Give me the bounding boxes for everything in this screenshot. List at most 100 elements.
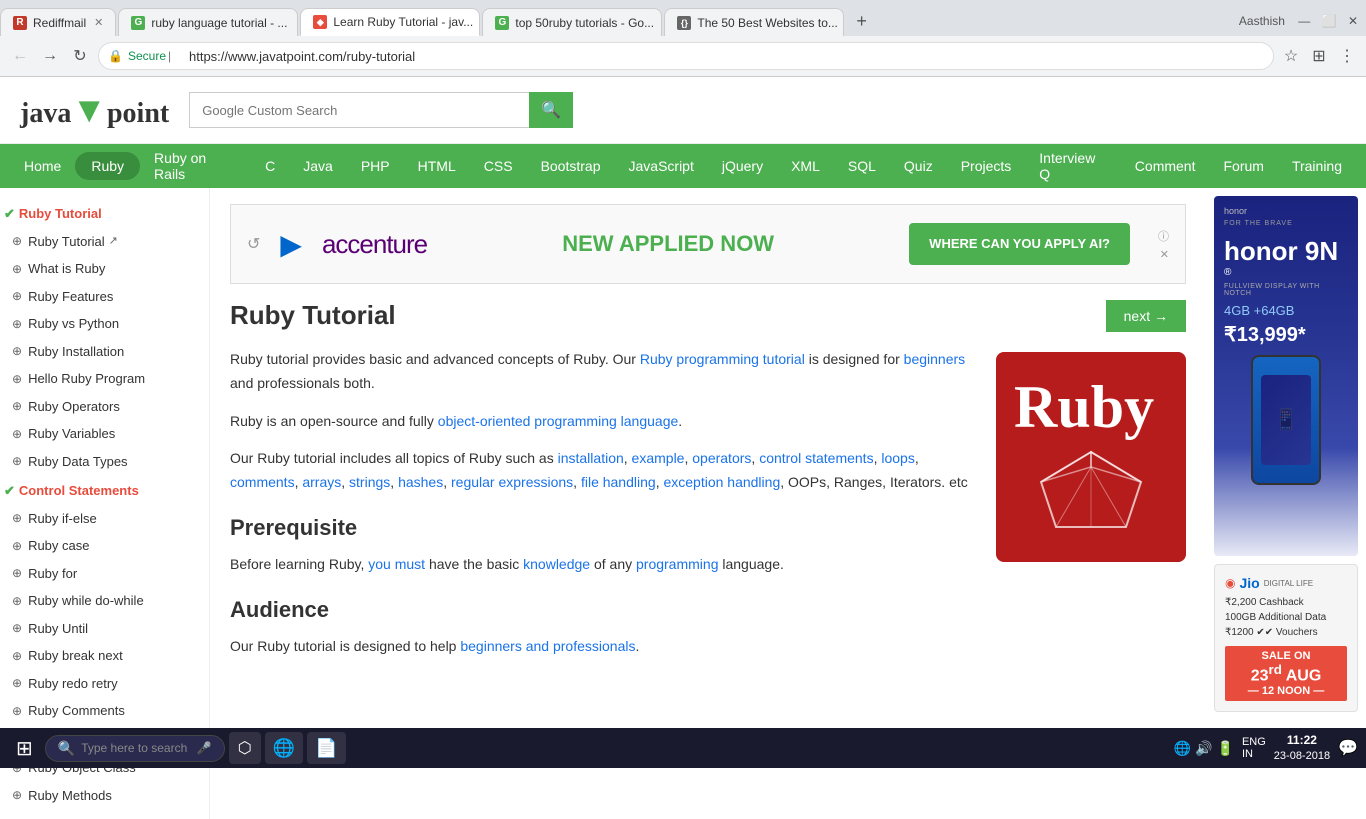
nav-training[interactable]: Training [1278, 148, 1356, 184]
back-button[interactable]: ← [8, 44, 32, 68]
minimize-btn[interactable]: — [1298, 14, 1310, 28]
link-arrays[interactable]: arrays [302, 474, 341, 490]
cortana-icon: ⬡ [238, 738, 252, 758]
sidebar-item-ruby-operators[interactable]: ⊕ Ruby Operators [0, 393, 209, 421]
honor-brand-label: honor [1224, 206, 1247, 216]
nav-interview-q[interactable]: Interview Q [1025, 140, 1121, 192]
nav-home[interactable]: Home [10, 148, 75, 184]
nav-ruby-on-rails[interactable]: Ruby on Rails [140, 140, 251, 192]
sidebar-item-ruby-while[interactable]: ⊕ Ruby while do-while [0, 587, 209, 615]
sidebar-item-ruby-methods[interactable]: ⊕ Ruby Methods [0, 782, 209, 810]
link-beginners[interactable]: beginners [904, 351, 966, 367]
link-example[interactable]: example [632, 450, 685, 466]
nav-javascript[interactable]: JavaScript [615, 148, 708, 184]
browser-actions: ☆ ⊞ ⋮ [1280, 45, 1358, 67]
link-regex[interactable]: regular expressions [451, 474, 573, 490]
link-knowledge[interactable]: knowledge [523, 556, 590, 572]
sidebar-item-ruby-installation[interactable]: ⊕ Ruby Installation [0, 338, 209, 366]
tab-close-2[interactable]: ✕ [295, 16, 298, 29]
start-button[interactable]: ⊞ [8, 736, 41, 761]
nav-jquery[interactable]: jQuery [708, 148, 777, 184]
sidebar-item-ruby-data-types[interactable]: ⊕ Ruby Data Types [0, 448, 209, 476]
nav-comment[interactable]: Comment [1121, 148, 1210, 184]
sidebar-item-ruby-if-else[interactable]: ⊕ Ruby if-else [0, 505, 209, 533]
sidebar-item-what-is-ruby[interactable]: ⊕ What is Ruby [0, 255, 209, 283]
extensions-button[interactable]: ⊞ [1308, 45, 1330, 67]
phone-icon: 📱 [1274, 407, 1299, 432]
taskbar-item-chrome[interactable]: 🌐 [265, 732, 303, 764]
search-button[interactable]: 🔍 [529, 92, 573, 128]
taskbar-mic-icon[interactable]: 🎤 [197, 741, 212, 755]
link-strings[interactable]: strings [349, 474, 390, 490]
sidebar-item-ruby-tutorial-link[interactable]: ⊕ Ruby Tutorial ↗ [0, 228, 209, 256]
ad-info-icon[interactable]: ⓘ [1158, 228, 1169, 244]
sidebar-item-ruby-break-next[interactable]: ⊕ Ruby break next [0, 642, 209, 670]
link-must[interactable]: you must [368, 556, 425, 572]
sidebar-item-ruby-for[interactable]: ⊕ Ruby for [0, 560, 209, 588]
right-ad: honor FOR THE BRAVE honor 9N ® FULLVIEW … [1206, 188, 1366, 819]
link-operators[interactable]: operators [692, 450, 751, 466]
nav-forum[interactable]: Forum [1209, 148, 1277, 184]
search-input[interactable] [189, 92, 529, 128]
link-programming[interactable]: programming [636, 556, 718, 572]
tab-javatpoint[interactable]: ◆ Learn Ruby Tutorial - jav... ✕ [300, 8, 480, 36]
plus-icon: ⊕ [12, 592, 22, 610]
link-object-oriented[interactable]: object-oriented programming language [438, 413, 678, 429]
bookmark-button[interactable]: ☆ [1280, 45, 1302, 67]
reload-button[interactable]: ↻ [68, 44, 92, 68]
taskbar-notification-icon[interactable]: 💬 [1338, 738, 1358, 758]
jio-ad: ◉ Jio DIGITAL LIFE ₹2,200 Cashback 100GB… [1214, 564, 1358, 712]
link-ruby-programming[interactable]: Ruby programming tutorial [640, 351, 805, 367]
nav-bootstrap[interactable]: Bootstrap [527, 148, 615, 184]
ad-logo: accenture [322, 229, 427, 260]
maximize-btn[interactable]: ⬜ [1322, 14, 1337, 28]
sidebar-item-ruby-case[interactable]: ⊕ Ruby case [0, 532, 209, 560]
sidebar-item-ruby-features[interactable]: ⊕ Ruby Features [0, 283, 209, 311]
close-btn[interactable]: ✕ [1348, 14, 1358, 28]
nav-css[interactable]: CSS [470, 148, 527, 184]
sidebar-item-hello-ruby[interactable]: ⊕ Hello Ruby Program [0, 365, 209, 393]
nav-projects[interactable]: Projects [947, 148, 1026, 184]
nav-c[interactable]: C [251, 148, 289, 184]
menu-button[interactable]: ⋮ [1336, 45, 1358, 67]
plus-icon: ⊕ [12, 370, 22, 388]
new-tab-button[interactable]: + [846, 11, 877, 32]
tab-rediffmail[interactable]: R Rediffmail ✕ [0, 8, 116, 36]
sidebar-item-ruby-until[interactable]: ⊕ Ruby Until [0, 615, 209, 643]
tab-best50[interactable]: {} The 50 Best Websites to... ✕ [664, 8, 844, 36]
link-comments[interactable]: comments [230, 474, 295, 490]
nav-ruby[interactable]: Ruby [75, 152, 140, 180]
link-installation[interactable]: installation [558, 450, 624, 466]
prereq-text: Before learning Ruby, you must have the … [230, 553, 976, 577]
forward-button[interactable]: → [38, 44, 62, 68]
link-control[interactable]: control statements [759, 450, 873, 466]
sidebar-item-ruby-redo-retry[interactable]: ⊕ Ruby redo retry [0, 670, 209, 698]
sidebar-section-ruby-tutorial-label: Ruby Tutorial [19, 204, 102, 224]
taskbar-item-word[interactable]: 📄 [307, 732, 345, 764]
tab-ruby-lang[interactable]: G ruby language tutorial - ... ✕ [118, 8, 298, 36]
taskbar-item-cortana[interactable]: ⬡ [229, 732, 261, 764]
nav-xml[interactable]: XML [777, 148, 834, 184]
url-input[interactable] [98, 42, 1274, 70]
link-hashes[interactable]: hashes [398, 474, 443, 490]
sidebar-item-ruby-comments[interactable]: ⊕ Ruby Comments [0, 697, 209, 725]
nav-java[interactable]: Java [289, 148, 347, 184]
next-button[interactable]: next → [1106, 300, 1186, 332]
sidebar-item-ruby-variables[interactable]: ⊕ Ruby Variables [0, 420, 209, 448]
sidebar-item-ruby-vs-python[interactable]: ⊕ Ruby vs Python [0, 310, 209, 338]
nav-sql[interactable]: SQL [834, 148, 890, 184]
nav-html[interactable]: HTML [404, 148, 470, 184]
phone-image: 📱 [1251, 355, 1321, 485]
ad-close-icon[interactable]: ✕ [1160, 248, 1169, 261]
link-file[interactable]: file handling [581, 474, 656, 490]
nav-php[interactable]: PHP [347, 148, 404, 184]
link-exception[interactable]: exception handling [663, 474, 780, 490]
nav-quiz[interactable]: Quiz [890, 148, 947, 184]
secure-label: Secure [128, 49, 166, 63]
ad-reload-icon[interactable]: ↺ [247, 234, 260, 254]
link-beginners-prof[interactable]: beginners and professionals [460, 638, 635, 654]
tab-top50[interactable]: G top 50ruby tutorials - Go... ✕ [482, 8, 662, 36]
link-loops[interactable]: loops [881, 450, 914, 466]
tab-close-1[interactable]: ✕ [94, 16, 103, 29]
taskbar-search[interactable]: 🔍 Type here to search 🎤 [45, 735, 225, 762]
